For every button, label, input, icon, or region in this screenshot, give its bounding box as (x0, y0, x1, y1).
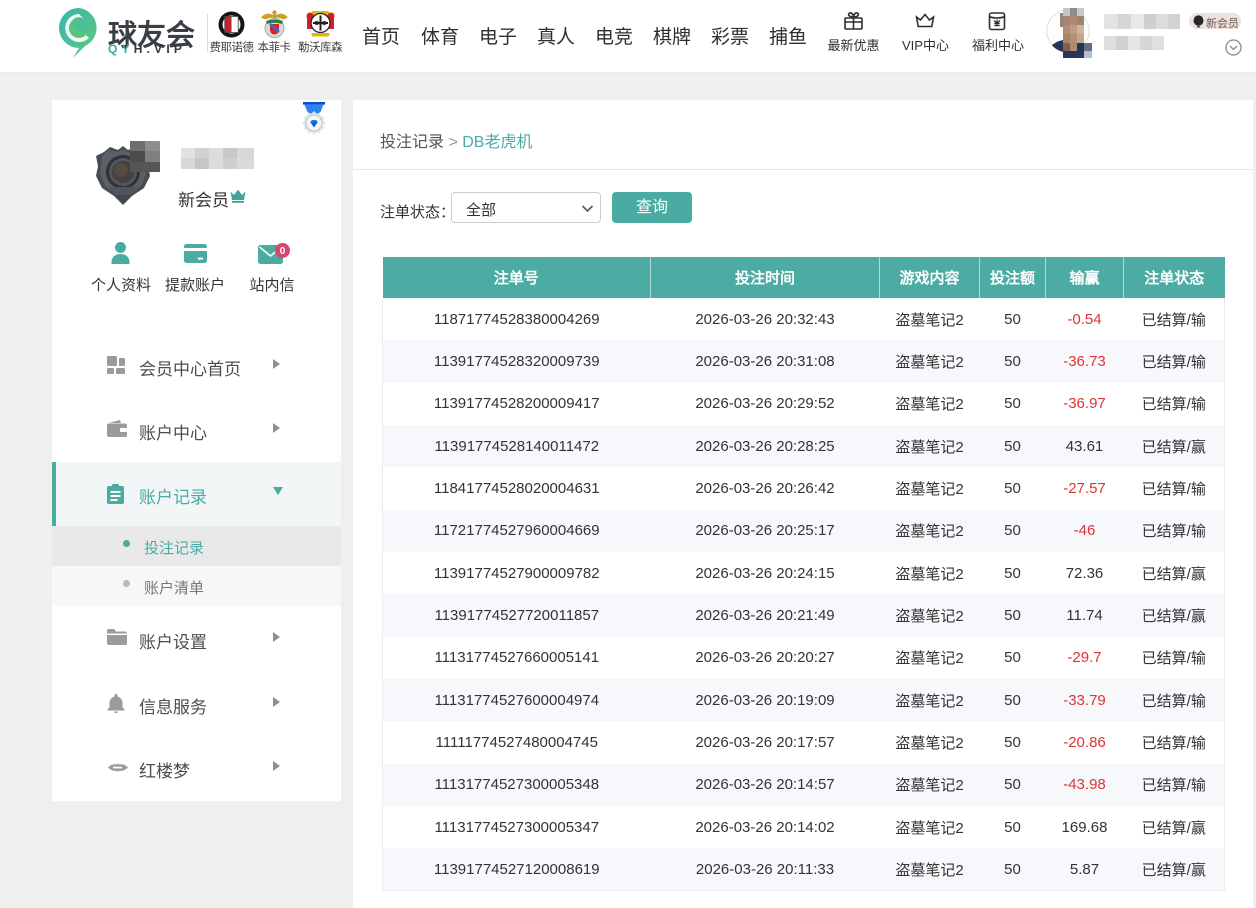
svg-text:0: 0 (280, 246, 286, 257)
